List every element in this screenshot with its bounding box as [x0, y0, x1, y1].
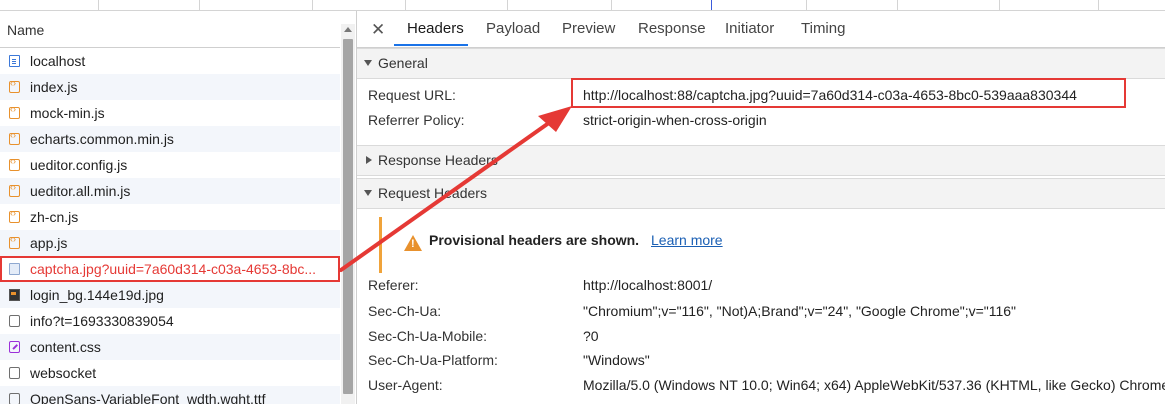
request-name: echarts.common.min.js [30, 131, 174, 147]
tab-headers[interactable]: Headers [407, 20, 464, 37]
request-row-echarts[interactable]: echarts.common.min.js [0, 126, 340, 152]
request-row-mock-min-js[interactable]: mock-min.js [0, 100, 340, 126]
script-icon [9, 208, 20, 223]
request-list: localhost index.js mock-min.js echarts.c… [0, 48, 340, 404]
request-name: ueditor.all.min.js [30, 183, 131, 199]
request-row-font[interactable]: OpenSans-VariableFont_wdth,wght.ttf [0, 386, 340, 404]
header-key-referer: Referer: [368, 277, 419, 293]
image-icon [9, 289, 20, 301]
header-value-sec-ch-ua-platform: "Windows" [583, 352, 650, 368]
header-value-referer: http://localhost:8001/ [583, 277, 713, 293]
script-icon [9, 182, 20, 197]
section-title: General [378, 55, 428, 71]
request-row-app-js[interactable]: app.js [0, 230, 340, 256]
script-icon [9, 130, 20, 145]
request-row-info[interactable]: info?t=1693330839054 [0, 308, 340, 334]
tab-preview[interactable]: Preview [562, 20, 615, 37]
header-key-sec-ch-ua-mobile: Sec-Ch-Ua-Mobile: [368, 328, 488, 344]
request-name: content.css [30, 339, 101, 355]
collapse-triangle-icon [366, 156, 372, 164]
tab-initiator[interactable]: Initiator [725, 20, 774, 37]
request-row-captcha[interactable]: captcha.jpg?uuid=7a60d314-c03a-4653-8bc.… [0, 256, 340, 282]
header-value-user-agent: Mozilla/5.0 (Windows NT 10.0; Win64; x64… [583, 377, 1165, 393]
request-row-ueditor-all[interactable]: ueditor.all.min.js [0, 178, 340, 204]
section-title: Request Headers [378, 185, 487, 201]
request-url-label: Request URL: [368, 87, 456, 103]
warning-icon [404, 235, 422, 251]
expand-triangle-icon [364, 60, 372, 66]
request-row-login-bg[interactable]: login_bg.144e19d.jpg [0, 282, 340, 308]
script-icon [9, 156, 20, 171]
close-icon[interactable]: ✕ [371, 20, 385, 40]
scrollbar-thumb[interactable] [343, 39, 353, 394]
header-key-user-agent: User-Agent: [368, 377, 443, 393]
warning-accent-bar [379, 217, 382, 273]
file-icon [9, 367, 20, 379]
provisional-warning-text: Provisional headers are shown. [429, 232, 640, 248]
request-name: zh-cn.js [30, 209, 79, 225]
request-name: login_bg.144e19d.jpg [30, 287, 164, 303]
request-name: index.js [30, 79, 78, 95]
request-headers-section-header[interactable]: Request Headers [357, 178, 1165, 209]
request-name: OpenSans-VariableFont_wdth,wght.ttf [30, 391, 266, 404]
tab-payload[interactable]: Payload [486, 20, 540, 37]
script-icon [9, 78, 20, 93]
learn-more-link[interactable]: Learn more [651, 232, 723, 248]
script-icon [9, 234, 20, 249]
header-key-sec-ch-ua: Sec-Ch-Ua: [368, 303, 442, 319]
response-headers-section-header[interactable]: Response Headers [357, 145, 1165, 176]
general-section-header[interactable]: General [357, 48, 1165, 79]
name-column-header[interactable]: Name [0, 11, 340, 48]
timeline-strip [0, 0, 1165, 11]
stylesheet-icon [9, 341, 20, 353]
request-row-index-js[interactable]: index.js [0, 74, 340, 100]
requests-scrollbar[interactable] [341, 24, 355, 404]
referrer-policy-value: strict-origin-when-cross-origin [583, 112, 767, 128]
detail-tab-bar: ✕ Headers Payload Preview Response Initi… [357, 11, 1165, 48]
expand-triangle-icon [364, 190, 372, 196]
scroll-up-arrow-icon[interactable] [344, 27, 352, 32]
request-name: websocket [30, 365, 97, 381]
tab-timing[interactable]: Timing [801, 20, 845, 37]
request-row-ueditor-config[interactable]: ueditor.config.js [0, 152, 340, 178]
name-column-label: Name [7, 22, 45, 38]
request-url-highlight [571, 78, 1126, 108]
tab-response[interactable]: Response [638, 20, 706, 37]
request-row-websocket[interactable]: websocket [0, 360, 340, 386]
request-row-localhost[interactable]: localhost [0, 48, 340, 74]
request-name: app.js [30, 235, 68, 251]
requests-panel: Name localhost index.js mock-min.js echa… [0, 11, 357, 404]
header-value-sec-ch-ua-mobile: ?0 [583, 328, 599, 344]
file-icon [9, 315, 20, 327]
request-name: captcha.jpg?uuid=7a60d314-c03a-4653-8bc.… [30, 261, 317, 277]
request-name: info?t=1693330839054 [30, 313, 174, 329]
request-row-zh-cn[interactable]: zh-cn.js [0, 204, 340, 230]
request-detail-panel: ✕ Headers Payload Preview Response Initi… [357, 11, 1165, 404]
referrer-policy-label: Referrer Policy: [368, 112, 465, 128]
header-value-sec-ch-ua: "Chromium";v="116", "Not)A;Brand";v="24"… [583, 303, 1017, 319]
request-name: localhost [30, 53, 86, 69]
font-icon [9, 393, 20, 404]
request-row-content-css[interactable]: content.css [0, 334, 340, 360]
request-name: mock-min.js [30, 105, 105, 121]
header-key-sec-ch-ua-platform: Sec-Ch-Ua-Platform: [368, 352, 498, 368]
script-icon [9, 104, 20, 119]
active-tab-indicator [394, 44, 468, 46]
document-icon [9, 55, 20, 67]
section-title: Response Headers [378, 152, 498, 168]
image-icon [9, 263, 20, 275]
request-name: ueditor.config.js [30, 157, 128, 173]
